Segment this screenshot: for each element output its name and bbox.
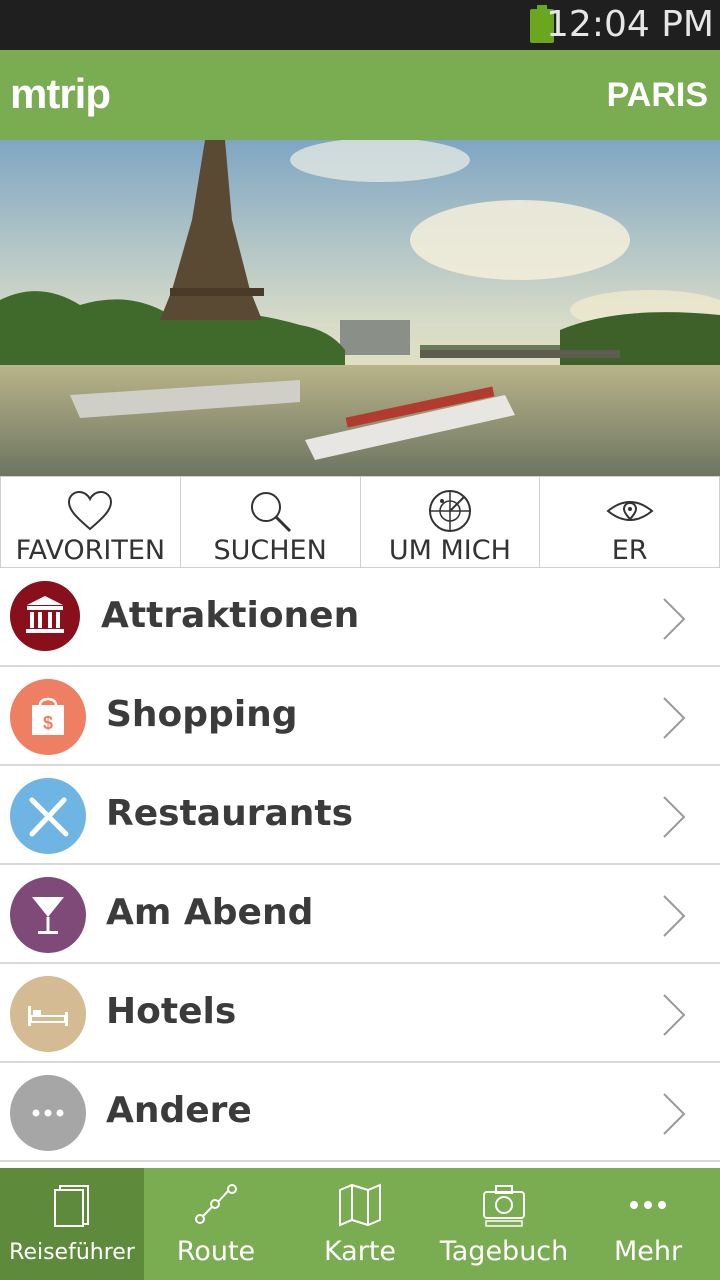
chevron-right-icon: [663, 895, 686, 937]
map-icon: [339, 1183, 381, 1227]
er-button[interactable]: ER: [540, 476, 720, 568]
nav-reisefuehrer[interactable]: Reiseführer: [0, 1168, 144, 1280]
category-label: Hotels: [106, 991, 237, 1032]
chevron-right-icon: [663, 598, 686, 640]
category-label: Attraktionen: [101, 595, 360, 636]
category-label: Restaurants: [106, 793, 354, 834]
nav-label: Karte: [323, 1236, 397, 1267]
nav-label: Route: [176, 1236, 256, 1267]
camera-icon: [483, 1185, 525, 1227]
city-title[interactable]: PARIS: [607, 76, 708, 115]
around-me-button[interactable]: UM MICH: [360, 476, 541, 568]
category-list: Attraktionen $ Shopping Restaurants Am A…: [0, 568, 720, 1162]
chevron-right-icon: [663, 994, 686, 1036]
more-dots-icon: [10, 1075, 86, 1151]
chevron-right-icon: [663, 1093, 686, 1135]
er-label: ER: [611, 535, 648, 566]
route-icon: [195, 1184, 237, 1224]
radar-icon: [428, 490, 471, 532]
svg-text:$: $: [43, 713, 53, 733]
search-button[interactable]: SUCHEN: [180, 476, 361, 568]
museum-icon: [10, 581, 80, 651]
app-logo[interactable]: mtrip: [10, 70, 111, 118]
chevron-right-icon: [663, 796, 686, 838]
category-label: Shopping: [106, 694, 298, 735]
nav-mehr[interactable]: Mehr: [576, 1168, 720, 1280]
cocktail-icon: [10, 877, 86, 953]
more-icon: [630, 1201, 666, 1209]
bed-icon: [10, 976, 86, 1052]
around-me-label: UM MICH: [388, 535, 511, 566]
category-am-abend[interactable]: Am Abend: [0, 865, 720, 964]
status-bar: 12:04 PM: [0, 0, 720, 50]
quick-actions: FAVORITEN SUCHEN UM MICH ER: [0, 476, 720, 568]
nav-karte[interactable]: Karte: [288, 1168, 432, 1280]
nav-label: Tagebuch: [439, 1236, 569, 1267]
shopping-bag-icon: $: [10, 679, 86, 755]
category-attraktionen[interactable]: Attraktionen: [0, 568, 720, 667]
heart-icon: [68, 490, 113, 531]
bottom-nav: Reiseführer Route Karte Tagebuch Mehr: [0, 1168, 720, 1280]
app-bar: mtrip PARIS: [0, 50, 720, 140]
status-time: 12:04 PM: [546, 4, 714, 45]
nav-route[interactable]: Route: [144, 1168, 288, 1280]
category-andere[interactable]: Andere: [0, 1063, 720, 1162]
chevron-right-icon: [663, 697, 686, 739]
category-label: Andere: [106, 1090, 252, 1131]
nav-label: Reiseführer: [9, 1240, 135, 1265]
category-restaurants[interactable]: Restaurants: [0, 766, 720, 865]
category-shopping[interactable]: $ Shopping: [0, 667, 720, 766]
guidebook-icon: [54, 1185, 89, 1227]
category-label: Am Abend: [106, 892, 314, 933]
nav-label: Mehr: [613, 1236, 683, 1267]
category-hotels[interactable]: Hotels: [0, 964, 720, 1063]
nav-tagebuch[interactable]: Tagebuch: [432, 1168, 576, 1280]
search-label: SUCHEN: [213, 535, 327, 566]
favorites-button[interactable]: FAVORITEN: [0, 476, 181, 568]
hero-image: [0, 140, 720, 476]
fork-knife-icon: [10, 778, 86, 854]
eye-icon: [606, 501, 654, 521]
favorites-label: FAVORITEN: [15, 535, 166, 566]
search-icon: [251, 492, 292, 533]
